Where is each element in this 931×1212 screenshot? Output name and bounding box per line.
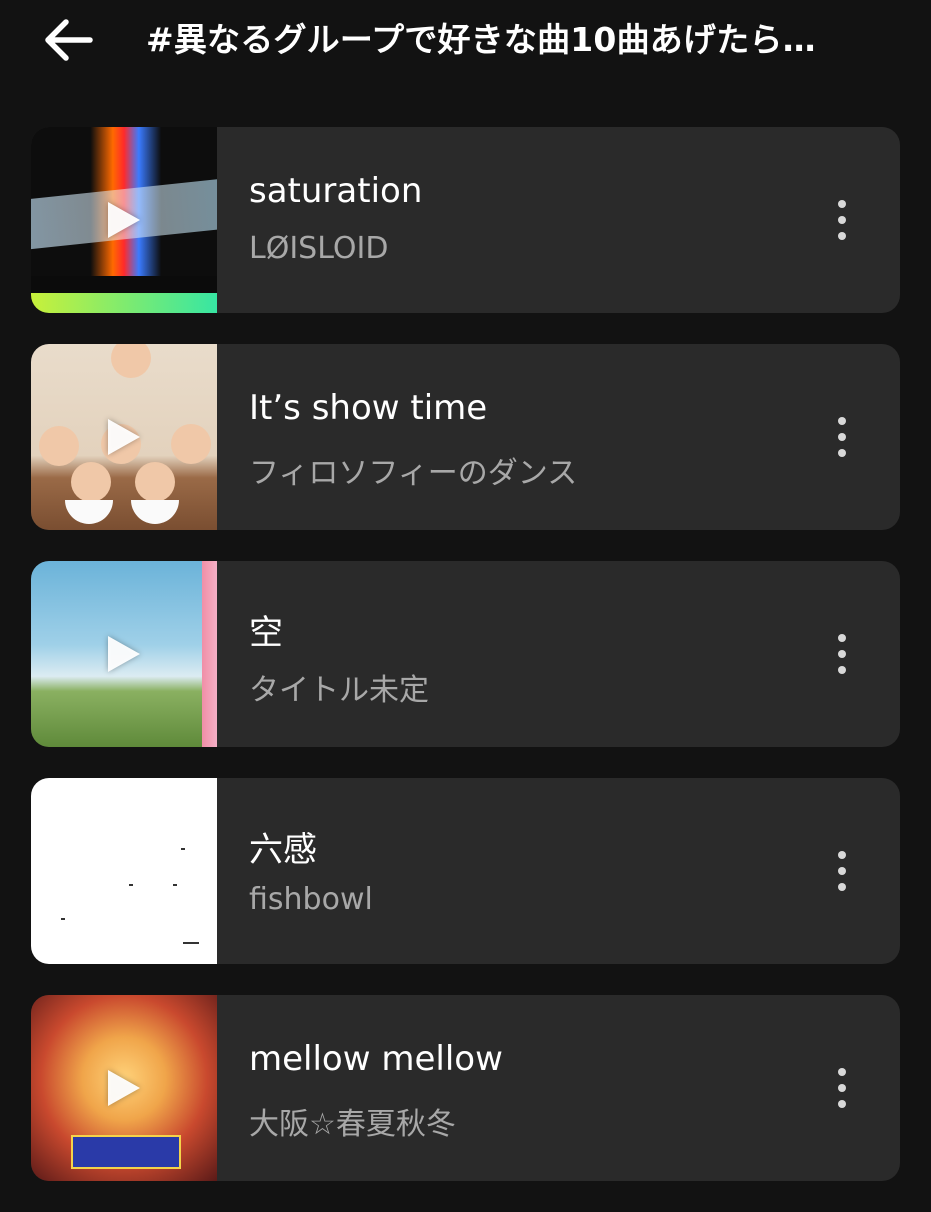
album-art-figure <box>111 344 151 378</box>
more-options-icon[interactable] <box>824 846 860 896</box>
song-artist: タイトル未定 <box>249 673 429 708</box>
song-artist: LØISLOID <box>249 231 389 266</box>
play-icon[interactable] <box>108 1070 140 1106</box>
song-title: mellow mellow <box>249 1039 503 1079</box>
song-card[interactable]: mellow mellow 大阪☆春夏秋冬 <box>31 995 900 1181</box>
album-art-stripe <box>31 293 217 313</box>
song-artist: fishbowl <box>249 882 373 917</box>
page-title: #異なるグループで好きな曲10曲あげたら… <box>146 20 816 59</box>
more-options-icon[interactable] <box>824 629 860 679</box>
album-art-figure <box>171 424 211 464</box>
song-artist: 大阪☆春夏秋冬 <box>249 1107 456 1142</box>
album-art-plate <box>65 500 113 524</box>
song-title: 空 <box>249 613 283 653</box>
album-art-figure <box>135 462 175 502</box>
album-art[interactable] <box>31 995 217 1181</box>
album-art[interactable] <box>31 344 217 530</box>
album-art-banner <box>71 1135 181 1169</box>
song-title: It’s show time <box>249 388 488 428</box>
album-art-mark <box>61 918 65 920</box>
album-art[interactable] <box>31 127 217 313</box>
album-art-mark <box>181 848 185 850</box>
song-card[interactable]: 空 タイトル未定 <box>31 561 900 747</box>
more-options-icon[interactable] <box>824 412 860 462</box>
back-button[interactable] <box>38 10 98 70</box>
song-artist: フィロソフィーのダンス <box>249 456 578 491</box>
song-title: saturation <box>249 171 423 211</box>
album-art-mark <box>129 884 133 886</box>
album-art-figure <box>39 426 79 466</box>
album-art-mark <box>183 942 199 944</box>
song-card[interactable]: saturation LØISLOID <box>31 127 900 313</box>
album-art-figure <box>71 462 111 502</box>
arrow-left-icon <box>45 19 93 61</box>
song-list: saturation LØISLOID It’s show time フィロソフ… <box>31 127 900 1212</box>
song-card[interactable]: 六感 fishbowl <box>31 778 900 964</box>
song-card[interactable]: It’s show time フィロソフィーのダンス <box>31 344 900 530</box>
more-options-icon[interactable] <box>824 195 860 245</box>
album-art[interactable] <box>31 561 217 747</box>
more-options-icon[interactable] <box>824 1063 860 1113</box>
album-art[interactable] <box>31 778 217 964</box>
header: #異なるグループで好きな曲10曲あげたら… <box>0 0 931 84</box>
album-art-mark <box>173 884 177 886</box>
play-icon[interactable] <box>108 636 140 672</box>
play-icon[interactable] <box>108 202 140 238</box>
play-icon[interactable] <box>108 419 140 455</box>
song-title: 六感 <box>249 830 317 870</box>
album-art-plate <box>131 500 179 524</box>
